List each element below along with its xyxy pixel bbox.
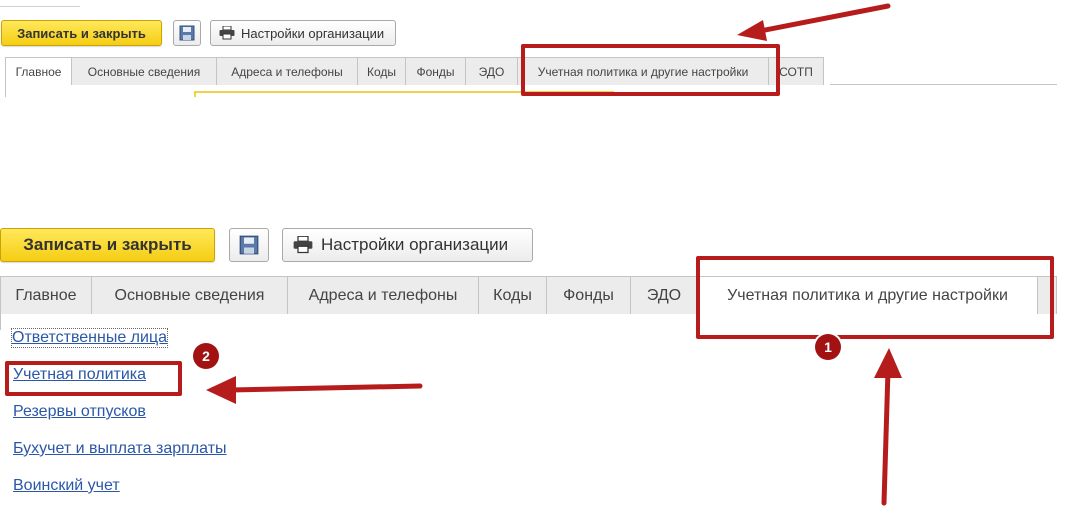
tab-label: СОТП: [779, 64, 813, 79]
arrow-to-bottom-tab: [874, 348, 902, 506]
tab-content-edge: [5, 85, 6, 97]
floppy-disk-icon: [179, 25, 195, 41]
org-settings-label-large: Настройки организации: [321, 235, 509, 254]
save-and-close-button-large[interactable]: Записать и закрыть: [0, 228, 215, 262]
tab-edo[interactable]: ЭДО: [465, 57, 518, 85]
tab-label: Главное: [15, 286, 77, 304]
printer-icon: [293, 236, 313, 254]
org-settings-button-large[interactable]: Настройки организации: [282, 228, 533, 262]
highlight-box-top-tab: [521, 44, 780, 96]
tab-codes-large[interactable]: Коды: [478, 276, 547, 314]
tab-funds-large[interactable]: Фонды: [546, 276, 631, 314]
link-responsible-persons[interactable]: Ответственные лица: [10, 328, 169, 348]
printer-icon: [219, 26, 235, 40]
highlight-box-accounting-policy-link: [5, 361, 182, 396]
tab-edo-large[interactable]: ЭДО: [630, 276, 698, 314]
tab-label: Коды: [366, 64, 397, 79]
tab-strip-baseline: [830, 84, 1057, 85]
tab-label: Адреса и телефоны: [308, 286, 458, 304]
step-badge-1: 1: [815, 334, 841, 360]
arrow-to-accounting-policy-link: [206, 376, 423, 404]
tab-label: Главное: [15, 64, 62, 79]
tab-basic-info[interactable]: Основные сведения: [71, 57, 217, 85]
org-settings-button[interactable]: Настройки организации: [210, 20, 396, 46]
tab-label: Фонды: [416, 64, 455, 79]
org-settings-label: Настройки организации: [241, 25, 385, 41]
highlight-box-bottom-tab: [696, 256, 1054, 339]
tab-addresses-phones-large[interactable]: Адреса и телефоны: [287, 276, 479, 314]
focus-underline-tick: [194, 91, 196, 97]
tab-funds[interactable]: Фонды: [405, 57, 466, 85]
floppy-disk-icon: [239, 235, 259, 255]
save-and-close-button[interactable]: Записать и закрыть: [1, 20, 162, 46]
save-button[interactable]: [173, 20, 201, 46]
tab-basic-info-large[interactable]: Основные сведения: [91, 276, 288, 314]
tab-label: Основные сведения: [87, 64, 201, 79]
save-button-large[interactable]: [229, 228, 269, 262]
save-and-close-label: Записать и закрыть: [17, 25, 146, 41]
arrow-to-top-tab: [737, 3, 891, 41]
top-divider-line: [0, 6, 80, 7]
tab-label: Основные сведения: [114, 286, 265, 304]
tab-addresses-phones[interactable]: Адреса и телефоны: [216, 57, 358, 85]
tab-label: ЭДО: [646, 286, 682, 304]
step-badge-2: 2: [193, 343, 219, 369]
tab-label: Адреса и телефоны: [231, 64, 343, 79]
tab-label: Коды: [493, 286, 532, 304]
link-military-registration[interactable]: Воинский учет: [13, 477, 120, 495]
tab-main[interactable]: Главное: [5, 57, 72, 85]
save-and-close-label-large: Записать и закрыть: [23, 235, 192, 254]
tab-content-edge-large: [0, 314, 1, 330]
link-accounting-payroll[interactable]: Бухучет и выплата зарплаты: [13, 440, 227, 458]
tab-codes[interactable]: Коды: [357, 57, 406, 85]
link-vacation-reserves[interactable]: Резервы отпусков: [13, 403, 146, 421]
tab-label: Фонды: [563, 286, 614, 304]
tab-main-large[interactable]: Главное: [0, 276, 92, 314]
tab-label: ЭДО: [478, 64, 505, 79]
